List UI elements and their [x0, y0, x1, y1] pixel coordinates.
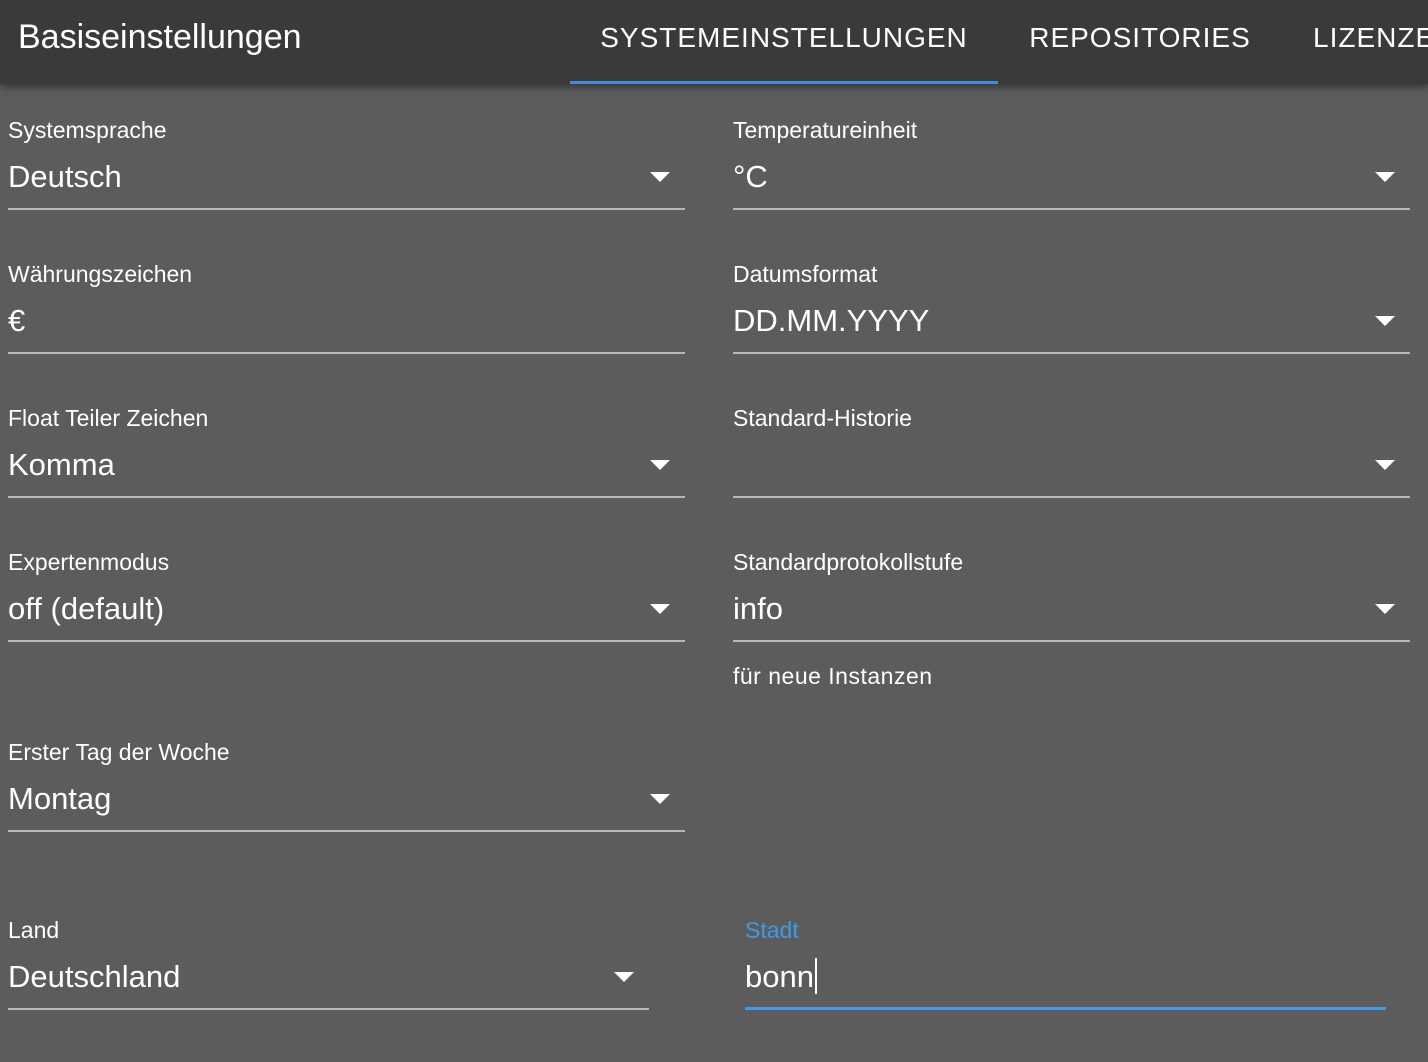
currency-sign-input[interactable]: € [8, 296, 685, 354]
tab-systemeinstellungen[interactable]: SYSTEMEINSTELLUNGEN [570, 0, 998, 84]
country-value: Deutschland [8, 959, 181, 994]
expert-mode-value: off (default) [8, 591, 165, 626]
date-format-select[interactable]: DD.MM.YYYY [733, 296, 1410, 354]
caret-down-icon [650, 794, 670, 804]
first-day-of-week-label: Erster Tag der Woche [8, 739, 230, 765]
default-log-level-select[interactable]: info [733, 584, 1410, 642]
float-separator-value: Komma [8, 447, 115, 482]
caret-down-icon [614, 972, 634, 982]
caret-down-icon [1375, 604, 1395, 614]
active-tab-indicator [570, 81, 998, 84]
caret-down-icon [1375, 460, 1395, 470]
system-language-value: Deutsch [8, 159, 122, 194]
city-label: Stadt [745, 917, 799, 943]
country-select[interactable]: Deutschland [8, 952, 649, 1010]
first-day-of-week-select[interactable]: Montag [8, 774, 685, 832]
temperature-unit-value: °C [733, 159, 768, 194]
default-log-level-label: Standardprotokollstufe [733, 549, 964, 575]
caret-down-icon [650, 172, 670, 182]
default-history-select[interactable] [733, 440, 1410, 498]
temperature-unit-label: Temperatureinheit [733, 117, 918, 143]
caret-down-icon [650, 460, 670, 470]
expert-mode-label: Expertenmodus [8, 549, 170, 575]
date-format-value: DD.MM.YYYY [733, 303, 930, 338]
caret-down-icon [650, 604, 670, 614]
tab-lizenzen[interactable]: LIZENZE [1290, 0, 1428, 84]
app-header: Basiseinstellungen SYSTEMEINSTELLUNGEN R… [0, 0, 1428, 84]
default-log-level-value: info [733, 591, 783, 626]
city-value-wrap: bonn [745, 958, 817, 996]
page-title: Basiseinstellungen [18, 18, 302, 56]
float-separator-label: Float Teiler Zeichen [8, 405, 209, 431]
caret-down-icon [1375, 316, 1395, 326]
text-cursor [814, 958, 817, 994]
default-history-label: Standard-Historie [733, 405, 912, 431]
caret-down-icon [1375, 172, 1395, 182]
system-language-label: Systemsprache [8, 117, 167, 143]
currency-sign-label: Währungszeichen [8, 261, 193, 287]
country-label: Land [8, 917, 60, 943]
city-value: bonn [745, 959, 814, 994]
date-format-label: Datumsformat [733, 261, 878, 287]
float-separator-select[interactable]: Komma [8, 440, 685, 498]
tab-repositories[interactable]: REPOSITORIES [1010, 0, 1270, 84]
system-language-select[interactable]: Deutsch [8, 152, 685, 210]
expert-mode-select[interactable]: off (default) [8, 584, 685, 642]
currency-sign-value: € [8, 303, 26, 338]
city-input[interactable]: bonn [745, 952, 1386, 1010]
default-log-level-helper: für neue Instanzen [733, 663, 933, 689]
temperature-unit-select[interactable]: °C [733, 152, 1410, 210]
first-day-of-week-value: Montag [8, 781, 112, 816]
